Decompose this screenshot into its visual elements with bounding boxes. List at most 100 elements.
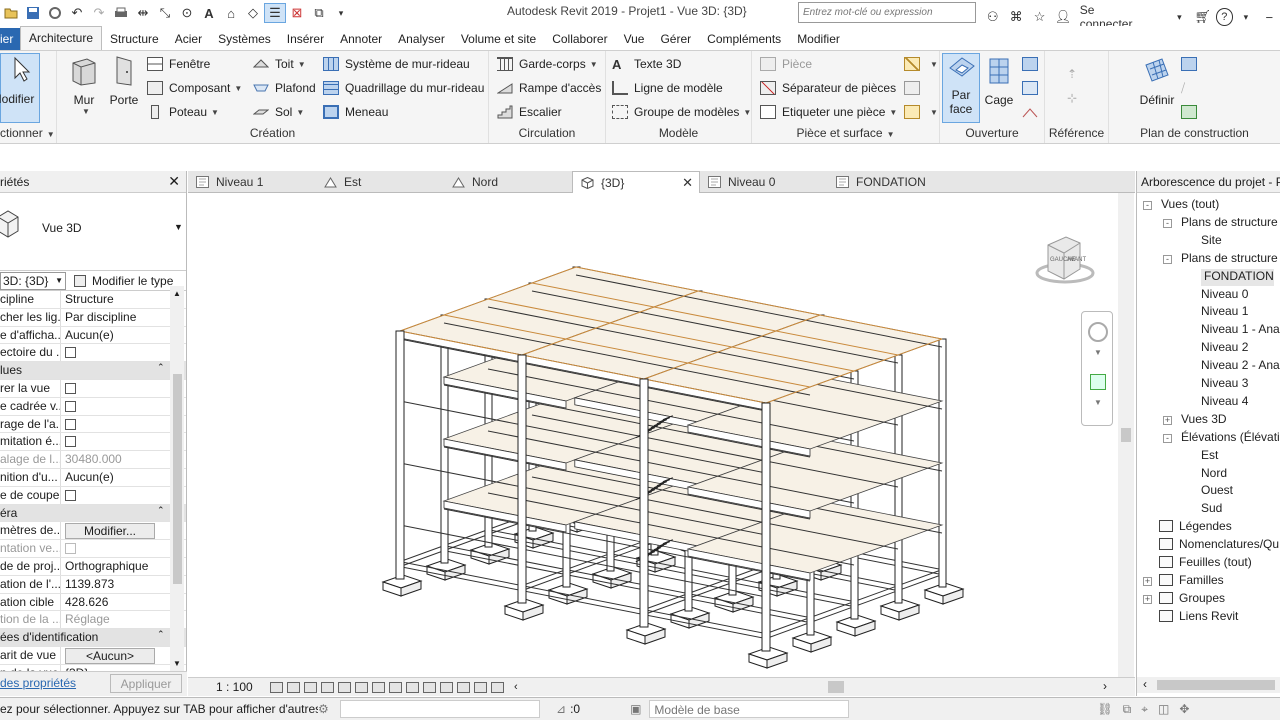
property-value-cell[interactable]: 428.626 — [61, 594, 157, 611]
help-dropdown-icon[interactable]: ▾ — [1235, 7, 1256, 27]
render-icon[interactable] — [338, 681, 351, 693]
curtain-system-button[interactable]: Système de mur-rideau — [323, 53, 470, 75]
account-dropdown-icon[interactable]: ▾ — [1169, 7, 1190, 27]
property-checkbox[interactable] — [65, 543, 76, 555]
tag-icon[interactable]: ⊙ — [176, 3, 198, 23]
property-value[interactable]: 428.626 — [65, 595, 108, 609]
canvas-vscrollbar[interactable] — [1118, 193, 1134, 677]
tab-view[interactable]: Vue — [616, 28, 653, 50]
property-value-cell[interactable]: Aucun(e) — [61, 469, 157, 486]
wheel-dropdown-icon[interactable]: ▼ — [1094, 348, 1102, 357]
collapse-icon[interactable]: - — [1163, 218, 1172, 228]
browser-node[interactable]: Nord — [1201, 466, 1227, 483]
property-value-cell[interactable] — [61, 344, 157, 361]
expand-icon[interactable]: + — [1163, 415, 1172, 425]
model-line-button[interactable]: Ligne de modèle — [612, 77, 723, 99]
browser-node[interactable]: Liens Revit — [1159, 609, 1238, 626]
browser-node[interactable]: Plans de structure — [1181, 215, 1278, 232]
stair-button[interactable]: Escalier — [497, 101, 562, 123]
property-value[interactable]: Structure — [65, 292, 114, 306]
browser-node[interactable]: FONDATION — [1201, 268, 1274, 286]
property-value-cell[interactable]: Aucun(e) — [61, 327, 157, 344]
tab-annotate[interactable]: Annoter — [332, 28, 390, 50]
browser-node[interactable]: Niveau 4 — [1201, 394, 1248, 411]
detail-level-icon[interactable] — [270, 681, 283, 693]
view-tab[interactable]: Niveau 1 — [188, 171, 316, 193]
property-value[interactable]: Aucun(e) — [65, 470, 114, 484]
set-workplane-button[interactable]: Définir — [1135, 55, 1179, 107]
temp-props-icon[interactable] — [440, 681, 453, 693]
property-button[interactable]: Modifier... — [65, 523, 155, 540]
browser-node[interactable]: Niveau 3 — [1201, 376, 1248, 393]
ramp-button[interactable]: Rampe d'accès — [496, 77, 601, 99]
property-value[interactable]: Orthographique — [65, 559, 148, 573]
scale-selector[interactable]: 1 : 100 — [216, 680, 262, 694]
property-value-cell[interactable]: Modifier... — [61, 522, 157, 540]
expand-icon[interactable]: + — [1143, 576, 1152, 586]
hscroll-right-icon[interactable]: › — [1103, 679, 1107, 693]
property-value[interactable]: 1139.873 — [65, 577, 114, 591]
close-icon[interactable]: ✕ — [168, 173, 180, 190]
railing-button[interactable]: Garde-corps ▼ — [497, 53, 598, 75]
tab-collaborate[interactable]: Collaborer — [544, 28, 615, 50]
room-panel-label[interactable]: Pièce et surface ▼ — [752, 126, 939, 140]
section-label[interactable]: ées d'identification — [0, 629, 157, 646]
lock-view-icon[interactable] — [389, 681, 402, 693]
wall-button[interactable]: Mur ▼ — [67, 55, 101, 116]
browser-node[interactable]: Vues 3D — [1181, 412, 1227, 429]
property-value-cell[interactable]: Réglage — [61, 611, 157, 628]
property-checkbox[interactable] — [65, 436, 76, 448]
browser-node[interactable]: Niveau 2 - Ana — [1201, 358, 1280, 375]
redo-icon[interactable]: ↷ — [88, 3, 110, 23]
section-label[interactable]: lues — [0, 362, 157, 379]
dormer-opening-button[interactable] — [1022, 101, 1044, 123]
property-value-cell[interactable] — [61, 433, 157, 450]
close-hidden-icon[interactable]: ⊠ — [286, 3, 308, 23]
tag-room-button[interactable]: Etiqueter une pièce ▼ — [760, 101, 897, 123]
instance-filter-dropdown[interactable]: 3D: {3D} ▼ — [0, 271, 66, 290]
show-crop-icon[interactable] — [372, 681, 385, 693]
browser-node[interactable]: Familles — [1159, 573, 1224, 590]
select-underlay-icon[interactable]: ⧉ — [1123, 702, 1132, 717]
wall-dropdown-icon[interactable]: ▼ — [82, 107, 90, 116]
view-tab[interactable]: Nord — [444, 171, 572, 193]
expand-icon[interactable]: + — [1143, 594, 1152, 604]
help-icon[interactable]: ? — [1215, 8, 1234, 26]
curtain-grid-button[interactable]: Quadrillage du mur-rideau — [323, 77, 484, 99]
property-value-cell[interactable] — [61, 380, 157, 397]
ceiling-button[interactable]: Plafond — [253, 77, 316, 99]
level-button[interactable]: ⇡ — [1067, 63, 1089, 85]
favorite-icon[interactable]: ☆ — [1029, 7, 1050, 27]
scroll-up-icon[interactable]: ▲ — [173, 289, 181, 298]
property-checkbox[interactable] — [65, 382, 76, 394]
properties-help-link[interactable]: des propriétés — [0, 676, 76, 690]
switch-windows-icon[interactable]: ⧉ — [308, 3, 330, 23]
browser-node[interactable]: Niveau 1 - Ana — [1201, 322, 1280, 339]
tab-modify[interactable]: Modifier — [789, 28, 848, 50]
tab-structure[interactable]: Structure — [102, 28, 167, 50]
dimension-icon[interactable]: ⤡ — [154, 3, 176, 23]
view-tab[interactable]: Est — [316, 171, 444, 193]
grid-button[interactable]: ⊹ — [1067, 87, 1089, 109]
open-icon[interactable] — [0, 3, 22, 23]
workset-dropdown[interactable] — [340, 700, 540, 718]
view-tab[interactable]: Niveau 0 — [700, 171, 828, 193]
save-icon[interactable] — [22, 3, 44, 23]
tab-file[interactable]: ier — [0, 28, 20, 50]
scroll-thumb[interactable] — [173, 374, 182, 584]
property-value-cell[interactable]: Orthographique — [61, 558, 157, 575]
vertical-opening-button[interactable] — [1022, 77, 1044, 99]
property-value-cell[interactable] — [61, 487, 157, 504]
cart-icon[interactable]: 🛒︎ — [1192, 7, 1213, 27]
property-value-cell[interactable]: Par discipline — [61, 309, 157, 326]
subscription-icon[interactable]: ⌘ — [1005, 7, 1026, 27]
browser-node[interactable]: Groupes — [1159, 591, 1225, 608]
area-button[interactable]: ▼ — [904, 53, 938, 75]
browser-node[interactable]: Niveau 2 — [1201, 340, 1248, 357]
apply-button[interactable]: Appliquer — [110, 674, 182, 693]
component-button[interactable]: Composant ▼ — [147, 77, 242, 99]
tab-analyze[interactable]: Analyser — [390, 28, 453, 50]
thin-lines-icon[interactable]: ☰ — [264, 3, 286, 23]
reveal-hidden-icon[interactable] — [423, 681, 436, 693]
crop-icon[interactable] — [355, 681, 368, 693]
